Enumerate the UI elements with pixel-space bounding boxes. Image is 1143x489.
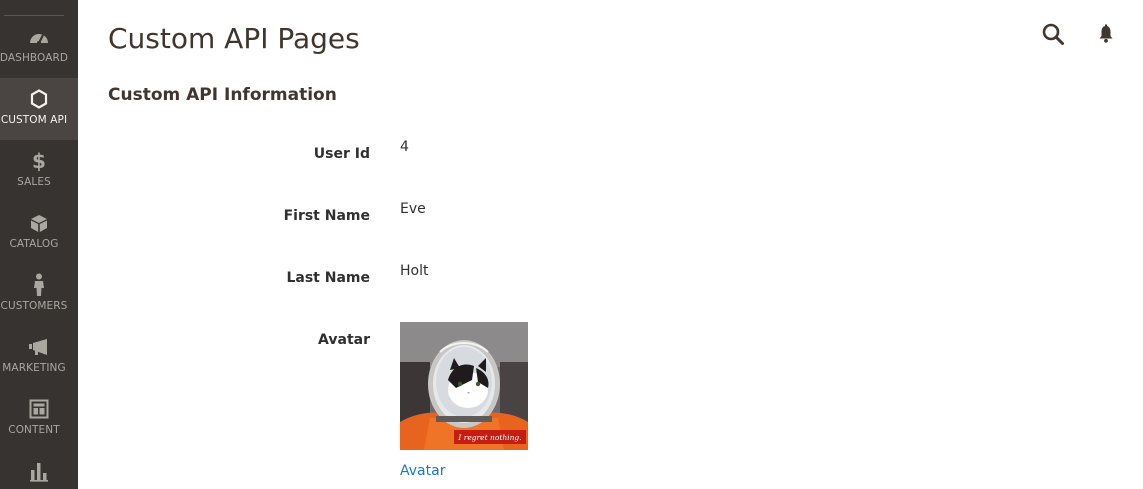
avatar-image: I regret nothing. [400,322,528,450]
sidebar-item-content[interactable]: CONTENT [0,388,78,450]
sidebar-item-sales[interactable]: $ SALES [0,140,78,202]
hexagon-icon [0,88,78,110]
avatar-label: Avatar [318,332,370,348]
user-id-value: 4 [400,139,409,155]
sidebar-item-label: DASHBOARD [0,52,69,64]
avatar-link[interactable]: Avatar [400,461,445,481]
layout-icon [0,398,78,420]
admin-sidebar: DASHBOARD CUSTOM API $ SALES CATALOG CUS… [0,0,78,489]
last-name-value: Holt [400,263,429,279]
sidebar-item-catalog[interactable]: CATALOG [0,202,78,264]
megaphone-icon [0,336,78,358]
app-root: DASHBOARD CUSTOM API $ SALES CATALOG CUS… [0,0,1143,489]
sidebar-item-label: CONTENT [8,424,60,436]
person-icon [0,273,78,296]
sidebar-item-reports[interactable] [0,450,78,489]
cube-icon [0,212,78,234]
dollar-icon: $ [0,150,78,172]
sidebar-item-label: CUSTOM API [0,114,68,126]
sidebar-item-label: CUSTOMERS [0,300,68,312]
sidebar-item-label: CATALOG [9,238,59,250]
dashboard-icon [0,26,78,48]
first-name-label: First Name [283,208,370,224]
page-title: Custom API Pages [108,22,360,55]
section-title: Custom API Information [108,85,337,105]
last-name-label: Last Name [286,270,370,286]
image-caption: I regret nothing. [457,433,521,442]
sidebar-item-label: MARKETING [2,362,66,374]
bar-chart-icon [0,460,78,482]
sidebar-item-dashboard[interactable]: DASHBOARD [0,16,78,78]
sidebar-item-custom-api[interactable]: CUSTOM API [0,78,78,140]
first-name-value: Eve [400,201,426,217]
user-id-label: User Id [313,146,370,162]
svg-text:$: $ [32,150,46,172]
notifications-button[interactable] [1092,22,1120,50]
bell-icon [1098,24,1114,48]
search-icon [1041,22,1065,50]
search-button[interactable] [1039,22,1067,50]
sidebar-item-marketing[interactable]: MARKETING [0,326,78,388]
sidebar-item-customers[interactable]: CUSTOMERS [0,264,78,326]
sidebar-item-label: SALES [17,176,51,188]
